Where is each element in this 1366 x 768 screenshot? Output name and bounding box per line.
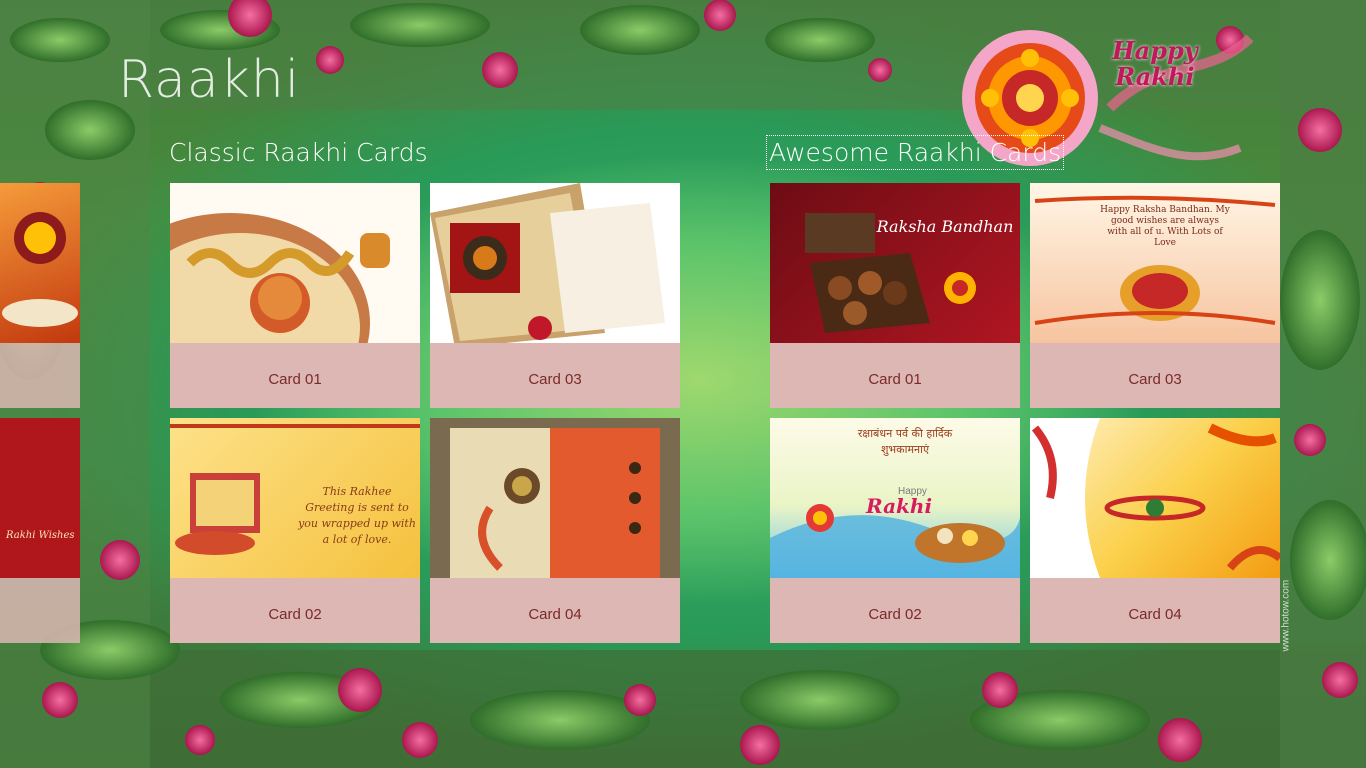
card-thumbnail <box>430 418 680 578</box>
badge-line-1: Happy <box>1112 36 1198 65</box>
card-brand-large-text: Rakhi <box>866 494 933 518</box>
watermark-text: www.hotow.com <box>1280 579 1292 652</box>
card-tile[interactable]: Raksha Bandhan Card 01 <box>770 183 1020 408</box>
card-thumbnail: Raksha Bandhan <box>770 183 1020 343</box>
card-label: Card 04 <box>528 606 582 623</box>
card-label: Card 02 <box>868 606 922 623</box>
section-title-classic[interactable]: Classic Raakhi Cards <box>169 138 428 167</box>
card-tile[interactable]: Card 04 <box>430 418 680 643</box>
card-label: Card 03 <box>1128 371 1182 388</box>
card-greeting-text: Happy Raksha Bandhan. My good wishes are… <box>1100 205 1230 248</box>
card-tile[interactable]: Card 04 <box>1030 418 1280 643</box>
card-label: Card 01 <box>868 371 922 388</box>
card-greeting-text: This Rakhee Greeting is sent to you wrap… <box>298 485 416 546</box>
badge-line-2: Rakhi <box>1115 62 1195 91</box>
card-thumbnail <box>1030 418 1280 578</box>
card-tile[interactable]: Happy Raksha Bandhan. My good wishes are… <box>1030 183 1280 408</box>
card-thumbnail <box>170 183 420 343</box>
previous-section-tile-2[interactable]: Rakhi Wishes <box>0 418 80 643</box>
card-greeting-text: Raksha Bandhan <box>876 217 1014 236</box>
card-tile[interactable]: This Rakhee Greeting is sent to you wrap… <box>170 418 420 643</box>
card-thumbnail <box>430 183 680 343</box>
card-label: Card 01 <box>268 371 322 388</box>
card-tile[interactable]: Card 01 <box>170 183 420 408</box>
previous-section-tile-1[interactable] <box>0 183 80 408</box>
section-title-awesome[interactable]: Awesome Raakhi Cards <box>765 135 1065 170</box>
card-thumbnail: रक्षाबंधन पर्व की हार्दिक शुभकामनाएं Hap… <box>770 418 1020 578</box>
card-tile[interactable]: रक्षाबंधन पर्व की हार्दिक शुभकामनाएं Hap… <box>770 418 1020 643</box>
card-thumbnail: Happy Raksha Bandhan. My good wishes are… <box>1030 183 1280 343</box>
card-label: Card 04 <box>1128 606 1182 623</box>
happy-rakhi-text: Happy Rakhi <box>1112 38 1198 90</box>
card-tile[interactable]: Card 03 <box>430 183 680 408</box>
card-label: Card 03 <box>528 371 582 388</box>
card-thumbnail: This Rakhee Greeting is sent to you wrap… <box>170 418 420 578</box>
rakhi-decoration-icon <box>2 212 78 327</box>
card-hindi-text: रक्षाबंधन पर्व की हार्दिक शुभकामनाएं <box>857 427 953 456</box>
side-card-text: Rakhi Wishes <box>6 530 75 541</box>
card-label: Card 02 <box>268 606 322 623</box>
app-title: Raakhi <box>118 50 301 110</box>
